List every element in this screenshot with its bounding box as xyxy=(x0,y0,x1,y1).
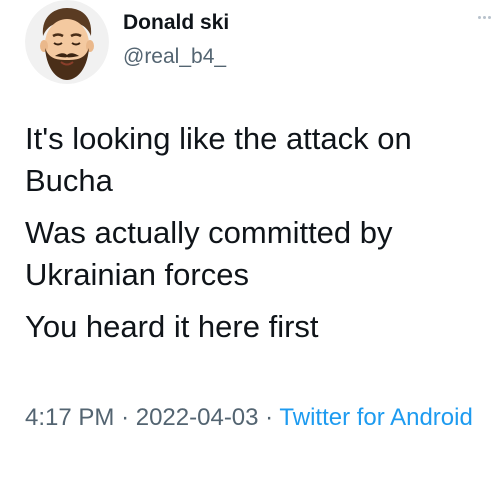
tweet-header: Donald ski @real_b4_ xyxy=(25,0,500,100)
tweet-source-link[interactable]: Twitter for Android xyxy=(279,404,472,431)
tweet-text-line: You heard it here first xyxy=(25,309,319,344)
tweet-meta: 4:17 PM · 2022-04-03 · Twitter for Andro… xyxy=(25,402,475,434)
meta-separator: · xyxy=(121,404,130,431)
tweet-body: It's looking like the attack on Bucha Wa… xyxy=(25,118,485,358)
more-options-icon[interactable] xyxy=(478,16,492,22)
meta-separator: · xyxy=(265,404,274,431)
display-name[interactable]: Donald ski xyxy=(123,10,229,36)
avatar[interactable] xyxy=(25,0,109,84)
author-names: Donald ski @real_b4_ xyxy=(123,10,229,70)
tweet-date[interactable]: 2022-04-03 xyxy=(136,404,259,431)
tweet-text-line: Was actually committed by Ukrainian forc… xyxy=(25,215,393,292)
bearded-man-avatar-icon xyxy=(25,0,109,84)
tweet-text-line: It's looking like the attack on Bucha xyxy=(25,121,412,198)
handle[interactable]: @real_b4_ xyxy=(123,44,229,70)
tweet-time[interactable]: 4:17 PM xyxy=(25,404,114,431)
